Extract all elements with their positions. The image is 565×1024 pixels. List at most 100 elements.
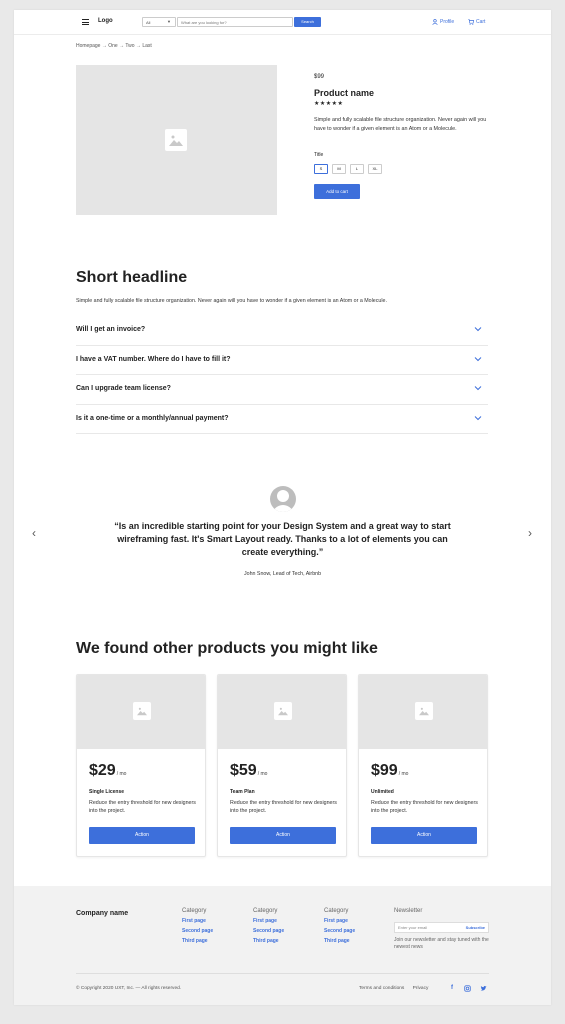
carousel-next-arrow[interactable]: › bbox=[528, 526, 532, 540]
footer-link[interactable]: First page bbox=[324, 918, 355, 924]
footer-column: Category First page Second page Third pa… bbox=[253, 908, 284, 948]
card-action-button[interactable]: Action bbox=[230, 827, 336, 844]
avatar bbox=[270, 486, 296, 512]
size-option-m[interactable]: M bbox=[332, 164, 346, 174]
product-card: $59/ mo Team Plan Reduce the entry thres… bbox=[217, 674, 347, 857]
faq-title: Short headline bbox=[76, 269, 188, 286]
size-option-l[interactable]: L bbox=[350, 164, 364, 174]
caret-down-icon: ▼ bbox=[167, 19, 171, 24]
card-price: $99/ mo bbox=[371, 762, 408, 780]
profile-link[interactable]: Profile bbox=[432, 17, 454, 27]
card-description: Reduce the entry threshold for new desig… bbox=[89, 800, 196, 814]
size-selector: S M L XL bbox=[314, 164, 382, 174]
footer-link[interactable]: Third page bbox=[324, 938, 355, 944]
instagram-icon[interactable] bbox=[464, 985, 471, 992]
footer-column: Category First page Second page Third pa… bbox=[182, 908, 213, 948]
breadcrumb[interactable]: Homepage → One → Two → Last bbox=[76, 43, 152, 49]
card-action-button[interactable]: Action bbox=[371, 827, 477, 844]
image-placeholder-icon bbox=[133, 702, 151, 720]
faq-item[interactable]: Can I upgrade team license? bbox=[76, 375, 488, 405]
card-price-value: $99 bbox=[371, 762, 398, 779]
top-navbar: Logo All ▼ Search Profile Cart bbox=[14, 10, 551, 35]
page: Logo All ▼ Search Profile Cart Homepage … bbox=[14, 10, 551, 1005]
product-name: Product name bbox=[314, 88, 375, 98]
footer-company-name: Company name bbox=[76, 910, 129, 917]
card-image bbox=[359, 675, 487, 749]
cart-link[interactable]: Cart bbox=[468, 17, 485, 27]
footer-link[interactable]: Second page bbox=[182, 928, 213, 934]
subscribe-button[interactable]: Subscribe bbox=[466, 923, 485, 932]
testimonial-author: John Snow, Lead of Tech, Airbnb bbox=[243, 571, 322, 577]
card-price-period: / mo bbox=[257, 771, 268, 777]
profile-label: Profile bbox=[440, 19, 455, 25]
search-category-select[interactable]: All ▼ bbox=[142, 17, 176, 27]
faq-item[interactable]: Is it a one-time or a monthly/annual pay… bbox=[76, 405, 488, 434]
footer-column-title: Category bbox=[182, 908, 207, 914]
chevron-down-icon bbox=[474, 356, 482, 361]
newsletter-email-input[interactable]: Enter your email Subscribe bbox=[394, 922, 489, 933]
cart-icon bbox=[468, 18, 474, 25]
image-placeholder-icon bbox=[165, 129, 187, 151]
card-price-period: / mo bbox=[116, 771, 127, 777]
product-image bbox=[76, 65, 277, 215]
footer-link[interactable]: Third page bbox=[182, 938, 213, 944]
hamburger-menu-icon[interactable] bbox=[82, 19, 89, 25]
logo[interactable]: Logo bbox=[98, 18, 113, 24]
privacy-link[interactable]: Privacy bbox=[413, 986, 429, 991]
footer-link[interactable]: First page bbox=[182, 918, 213, 924]
card-plan-name: Team Plan bbox=[230, 789, 255, 795]
newsletter-email-placeholder: Enter your email bbox=[398, 925, 428, 930]
testimonial-quote: “Is an incredible starting point for you… bbox=[114, 521, 451, 557]
footer-link[interactable]: Third page bbox=[253, 938, 284, 944]
carousel-prev-arrow[interactable]: ‹ bbox=[32, 526, 36, 540]
facebook-icon[interactable]: f bbox=[451, 985, 453, 991]
product-card: $29/ mo Single License Reduce the entry … bbox=[76, 674, 206, 857]
rating-stars: ★★★★★ bbox=[314, 101, 344, 107]
chevron-down-icon bbox=[474, 386, 482, 391]
card-image bbox=[77, 675, 205, 749]
size-option-s[interactable]: S bbox=[314, 164, 328, 174]
copyright: © Copyright 2020 UXT, Inc. — All rights … bbox=[76, 986, 182, 991]
card-price-value: $59 bbox=[230, 762, 257, 779]
faq-list: Will I get an invoice? I have a VAT numb… bbox=[76, 316, 488, 434]
image-placeholder-icon bbox=[415, 702, 433, 720]
search-button[interactable]: Search bbox=[294, 17, 321, 27]
footer-link[interactable]: Second page bbox=[253, 928, 284, 934]
faq-item[interactable]: Will I get an invoice? bbox=[76, 316, 488, 346]
card-price-value: $29 bbox=[89, 762, 116, 779]
footer-column-title: Category bbox=[253, 908, 278, 914]
card-action-button[interactable]: Action bbox=[89, 827, 195, 844]
footer: Company name Category First page Second … bbox=[14, 886, 551, 1005]
card-image bbox=[218, 675, 346, 749]
size-title: Title bbox=[314, 152, 324, 158]
faq-subtitle: Simple and fully scalable file structure… bbox=[76, 298, 387, 304]
product-card: $99/ mo Unlimited Reduce the entry thres… bbox=[358, 674, 488, 857]
faq-question: Is it a one-time or a monthly/annual pay… bbox=[76, 414, 229, 422]
footer-link[interactable]: First page bbox=[253, 918, 284, 924]
newsletter-text: Join our newsletter and stay tuned with … bbox=[394, 937, 489, 950]
newsletter-title: Newsletter bbox=[394, 908, 423, 914]
size-option-xl[interactable]: XL bbox=[368, 164, 382, 174]
product-price: $99 bbox=[314, 74, 325, 80]
card-description: Reduce the entry threshold for new desig… bbox=[371, 800, 478, 814]
card-plan-name: Unlimited bbox=[371, 789, 394, 795]
faq-question: Will I get an invoice? bbox=[76, 326, 146, 333]
terms-link[interactable]: Terms and conditions bbox=[359, 986, 404, 991]
faq-item[interactable]: I have a VAT number. Where do I have to … bbox=[76, 346, 488, 375]
cart-label: Cart bbox=[476, 19, 486, 25]
card-price: $59/ mo bbox=[230, 762, 267, 780]
image-placeholder-icon bbox=[274, 702, 292, 720]
footer-column: Category First page Second page Third pa… bbox=[324, 908, 355, 948]
footer-divider bbox=[76, 973, 489, 974]
add-to-cart-button[interactable]: Add to cart bbox=[314, 184, 360, 199]
search-input[interactable] bbox=[177, 17, 293, 27]
card-description: Reduce the entry threshold for new desig… bbox=[230, 800, 337, 814]
chevron-down-icon bbox=[474, 415, 482, 420]
twitter-icon[interactable] bbox=[480, 985, 487, 992]
faq-question: I have a VAT number. Where do I have to … bbox=[76, 355, 231, 363]
card-price: $29/ mo bbox=[89, 762, 126, 780]
footer-column-title: Category bbox=[324, 908, 349, 914]
footer-link[interactable]: Second page bbox=[324, 928, 355, 934]
footer-legal-links: Terms and conditions Privacy bbox=[359, 986, 435, 991]
related-products-title: We found other products you might like bbox=[76, 640, 378, 657]
